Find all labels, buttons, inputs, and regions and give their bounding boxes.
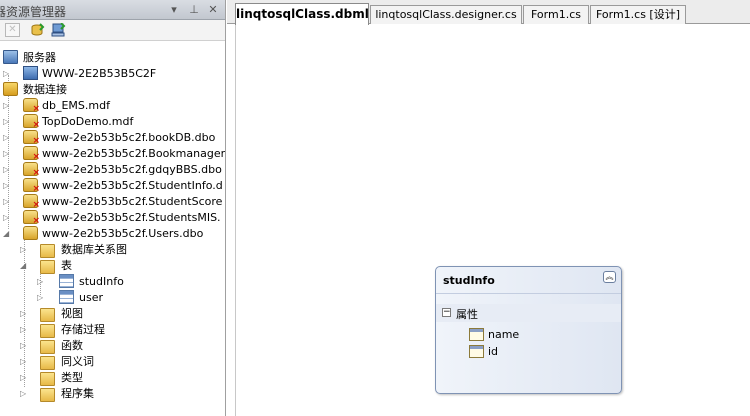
collapse-arrow-icon[interactable]: ◢ [3,230,11,238]
expand-arrow-icon[interactable]: ▷ [3,102,11,110]
expand-arrow-icon[interactable]: ▷ [3,214,11,222]
refresh-icon[interactable]: ✕ [5,23,20,37]
close-icon[interactable]: ✕ [206,2,220,17]
expand-arrow-icon[interactable]: ▷ [20,246,28,254]
database-error-icon: × [23,178,40,194]
designer-canvas[interactable]: studInfo ︽ − 属性 name id [235,25,750,416]
pin-icon[interactable]: ⊥ [187,2,201,17]
database-error-icon: × [23,146,40,162]
tab-form1-cs[interactable]: Form1.cs [523,5,589,24]
collapse-chevron-icon[interactable]: ︽ [603,271,616,283]
expand-arrow-icon[interactable]: ▷ [3,166,11,174]
collapse-minus-icon[interactable]: − [442,308,451,317]
folder-icon [40,308,55,322]
dbml-designer-surface[interactable]: studInfo ︽ − 属性 name id [227,25,750,416]
expand-arrow-icon[interactable]: ▷ [20,390,28,398]
server-icon [3,50,18,64]
expand-arrow-icon[interactable]: ▷ [20,326,28,334]
entity-title: studInfo [443,274,495,287]
entity-header[interactable]: studInfo ︽ [436,267,621,294]
folder-icon [40,388,55,402]
connect-to-database-icon[interactable] [31,23,46,37]
table-icon [59,274,74,288]
connect-to-server-icon[interactable] [51,22,66,37]
expand-arrow-icon[interactable]: ▷ [20,374,28,382]
server-explorer-panel: 器资源管理器 ▾ ⊥ ✕ ✕ 服务器 ▷ WWW-2E2B53B5C2F 数据连… [0,0,226,416]
computer-icon [23,66,38,80]
expand-arrow-icon[interactable]: ▷ [37,278,45,286]
expand-arrow-icon[interactable]: ▷ [3,70,11,78]
panel-title: 器资源管理器 [0,5,67,19]
folder-icon [40,356,55,370]
entity-body: − 属性 name id [436,304,621,393]
property-icon [469,328,484,341]
panel-toolbar: ✕ [0,20,225,41]
entity-class-shape[interactable]: studInfo ︽ − 属性 name id [435,266,622,394]
expand-arrow-icon[interactable]: ▷ [3,150,11,158]
database-error-icon: × [23,114,40,130]
properties-label: 属性 [456,308,478,321]
folder-open-icon [40,260,55,274]
table-icon [59,290,74,304]
collapse-arrow-icon[interactable]: ◢ [20,262,28,270]
expand-arrow-icon[interactable]: ▷ [20,358,28,366]
dropdown-arrow-icon[interactable]: ▾ [167,2,181,17]
expand-arrow-icon[interactable]: ▷ [3,134,11,142]
panel-title-bar: 器资源管理器 ▾ ⊥ ✕ [0,0,225,20]
document-tab-strip: linqtosqlClass.dbml linqtosqlClass.desig… [227,0,750,25]
data-connections-icon [3,82,18,96]
expand-arrow-icon[interactable]: ▷ [3,118,11,126]
database-error-icon: × [23,130,40,146]
tab-linqtosqlclass-dbml[interactable]: linqtosqlClass.dbml [235,3,369,25]
property-icon [469,345,484,358]
expand-arrow-icon[interactable]: ▷ [3,198,11,206]
database-error-icon: × [23,210,40,226]
properties-section-header[interactable]: − 属性 [436,304,621,322]
folder-icon [40,340,55,354]
database-error-icon: × [23,194,40,210]
expand-arrow-icon[interactable]: ▷ [20,310,28,318]
expand-arrow-icon[interactable]: ▷ [37,294,45,302]
database-icon [23,226,38,240]
expand-arrow-icon[interactable]: ▷ [3,182,11,190]
folder-icon [40,244,55,258]
database-error-icon: × [23,98,40,114]
tab-form1-cs-design[interactable]: Form1.cs [设计] [590,5,686,24]
folder-icon [40,372,55,386]
tab-linqtosqlclass-designer-cs[interactable]: linqtosqlClass.designer.cs [370,5,522,24]
folder-icon [40,324,55,338]
expand-arrow-icon[interactable]: ▷ [20,342,28,350]
database-error-icon: × [23,162,40,178]
